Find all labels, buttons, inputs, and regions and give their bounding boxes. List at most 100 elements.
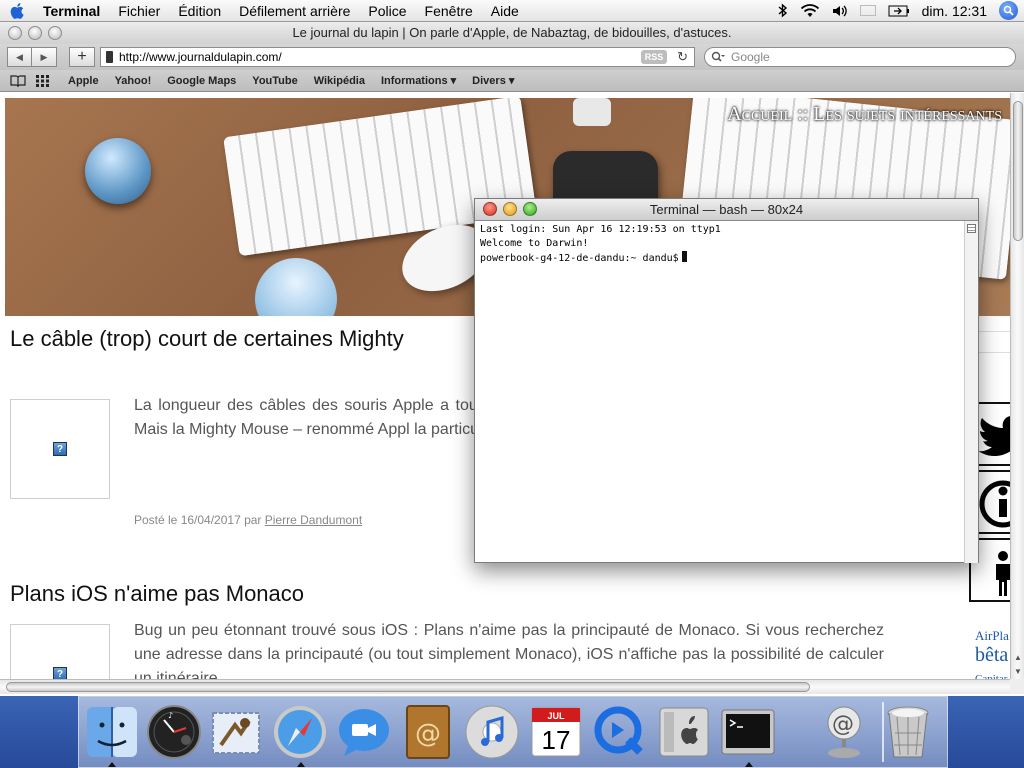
- dock-shelf: ♪ @ JUL 17 @: [78, 696, 948, 768]
- bookmark-google-maps[interactable]: Google Maps: [159, 75, 244, 87]
- terminal-window-controls: [483, 202, 537, 216]
- menu-terminal[interactable]: Terminal: [34, 0, 109, 22]
- add-bookmark-button[interactable]: +: [69, 47, 95, 67]
- bookmark-wikipedia[interactable]: Wikipédia: [306, 75, 373, 87]
- grid-icon[interactable]: [36, 74, 50, 87]
- terminal-window: Terminal — bash — 80x24 Last login: Sun …: [474, 198, 979, 563]
- post-meta-1: Posté le 16/04/2017 par Pierre Dandumont: [134, 513, 362, 527]
- horizontal-scroll-thumb[interactable]: [6, 682, 810, 692]
- bookmark-informations[interactable]: Informations ▾: [373, 74, 464, 87]
- zoom-button[interactable]: [48, 26, 62, 40]
- dashboard-icon[interactable]: ♪: [145, 703, 203, 761]
- search-placeholder: Google: [731, 50, 770, 64]
- terminal-close-button[interactable]: [483, 202, 497, 216]
- menu-defilement[interactable]: Défilement arrière: [230, 0, 359, 22]
- system-preferences-icon[interactable]: [655, 703, 713, 761]
- volume-icon[interactable]: [832, 4, 848, 18]
- terminal-minimize-button[interactable]: [503, 202, 517, 216]
- broken-image-icon: ?: [53, 442, 67, 456]
- menu-edition[interactable]: Édition: [169, 0, 230, 22]
- menu-fenetre[interactable]: Fenêtre: [416, 0, 482, 22]
- book-icon[interactable]: [10, 74, 26, 87]
- quicktime-icon[interactable]: [591, 703, 649, 761]
- terminal-cursor: [681, 251, 687, 262]
- menu-extras: dim. 12:31: [772, 0, 1024, 22]
- post-thumbnail-2[interactable]: ?: [10, 624, 110, 683]
- itunes-icon[interactable]: [463, 703, 521, 761]
- bookmark-yahoo[interactable]: Yahoo!: [107, 75, 160, 87]
- back-button[interactable]: ◀: [7, 47, 32, 67]
- terminal-split-icon[interactable]: [967, 224, 976, 233]
- svg-text:@: @: [832, 712, 854, 737]
- horizontal-scrollbar[interactable]: [0, 679, 1010, 694]
- bookmark-apple[interactable]: Apple: [60, 75, 107, 87]
- apple-icon[interactable]: [0, 0, 34, 22]
- rss-button[interactable]: RSS: [641, 50, 667, 64]
- terminal-scrollbar[interactable]: [964, 221, 978, 563]
- sidebar-search-box[interactable]: [978, 331, 1010, 353]
- bookmark-divers[interactable]: Divers ▾: [464, 74, 522, 87]
- spotlight-icon[interactable]: [999, 1, 1018, 20]
- search-icon: [711, 50, 725, 68]
- blue-orb-image: [85, 138, 151, 204]
- clock[interactable]: dim. 12:31: [922, 3, 987, 19]
- forward-button[interactable]: ▶: [32, 47, 57, 67]
- terminal-icon[interactable]: [719, 703, 777, 761]
- safari-icon[interactable]: [271, 703, 329, 761]
- terminal-title-bar[interactable]: Terminal — bash — 80x24: [475, 199, 978, 221]
- svg-text:@: @: [415, 719, 441, 749]
- screen: Terminal Fichier Édition Défilement arri…: [0, 0, 1024, 768]
- menu-police[interactable]: Police: [359, 0, 415, 22]
- bookmarks-bar: Apple Yahoo! Google Maps YouTube Wikipéd…: [0, 70, 1024, 92]
- reload-icon[interactable]: ↻: [677, 48, 688, 66]
- mail-icon[interactable]: [207, 703, 265, 761]
- terminal-running-indicator: [745, 762, 753, 767]
- address-book-icon[interactable]: @: [399, 703, 457, 761]
- terminal-output[interactable]: Last login: Sun Apr 16 12:19:53 on ttyp1…: [475, 221, 965, 563]
- safari-title-bar[interactable]: Le journal du lapin | On parle d'Apple, …: [0, 22, 1024, 44]
- terminal-prompt-line: powerbook-g4-12-de-dandu:~ dandu$: [480, 251, 960, 266]
- finder-running-indicator: [108, 762, 116, 767]
- ichat-icon[interactable]: [335, 703, 393, 761]
- vertical-scrollbar[interactable]: ▲ ▼: [1010, 93, 1024, 683]
- minimize-button[interactable]: [28, 26, 42, 40]
- wifi-icon[interactable]: [800, 3, 820, 18]
- url-text: http://www.journaldulapin.com/: [119, 50, 282, 64]
- ical-icon[interactable]: JUL 17: [527, 703, 585, 761]
- ical-day: 17: [541, 725, 571, 755]
- scroll-up-arrow[interactable]: ▲: [1013, 653, 1023, 665]
- menu-fichier[interactable]: Fichier: [109, 0, 169, 22]
- bookmark-youtube[interactable]: YouTube: [244, 75, 305, 87]
- post-author-link[interactable]: Pierre Dandumont: [265, 513, 362, 527]
- post-title-2[interactable]: Plans iOS n'aime pas Monaco: [10, 581, 304, 607]
- remote-image: [573, 98, 611, 126]
- post-thumbnail-1[interactable]: ?: [10, 399, 110, 499]
- glass-orb-image: [255, 258, 337, 316]
- sidebar-link-airplay[interactable]: AirPla: [975, 628, 1010, 644]
- trash-icon[interactable]: [879, 703, 937, 761]
- safari-window-title: Le journal du lapin | On parle d'Apple, …: [292, 25, 732, 40]
- safari-toolbar: ◀ ▶ + http://www.journaldulapin.com/ RSS…: [0, 44, 1024, 70]
- terminal-zoom-button[interactable]: [523, 202, 537, 216]
- menu-aide[interactable]: Aide: [482, 0, 528, 22]
- nav-buttons: ◀ ▶: [7, 47, 57, 67]
- header-nav-links[interactable]: Accueil :: Les sujets intéressants: [727, 103, 1002, 126]
- search-input[interactable]: Google: [704, 47, 1016, 67]
- terminal-prompt: powerbook-g4-12-de-dandu:~ dandu$: [480, 253, 679, 264]
- scroll-down-arrow[interactable]: ▼: [1013, 667, 1023, 679]
- bluetooth-icon[interactable]: [778, 3, 788, 18]
- svg-text:♪: ♪: [168, 711, 173, 720]
- french-flag-icon[interactable]: [859, 5, 876, 16]
- sidebar-heading-beta[interactable]: bêta: [975, 644, 1010, 667]
- vertical-scroll-thumb[interactable]: [1013, 101, 1023, 241]
- battery-icon[interactable]: [888, 5, 910, 17]
- mac-mail-address-icon[interactable]: @: [815, 703, 873, 761]
- post-title-1[interactable]: Le câble (trop) court de certaines Might…: [10, 326, 404, 352]
- url-field[interactable]: http://www.journaldulapin.com/ RSS ↻: [100, 47, 695, 67]
- close-button[interactable]: [8, 26, 22, 40]
- site-icon: [106, 51, 113, 63]
- resize-corner[interactable]: [1010, 679, 1024, 694]
- menu-bar: Terminal Fichier Édition Défilement arri…: [0, 0, 1024, 22]
- post-excerpt-2: Bug un peu étonnant trouvé sous iOS : Pl…: [134, 622, 884, 683]
- finder-icon[interactable]: [83, 703, 141, 761]
